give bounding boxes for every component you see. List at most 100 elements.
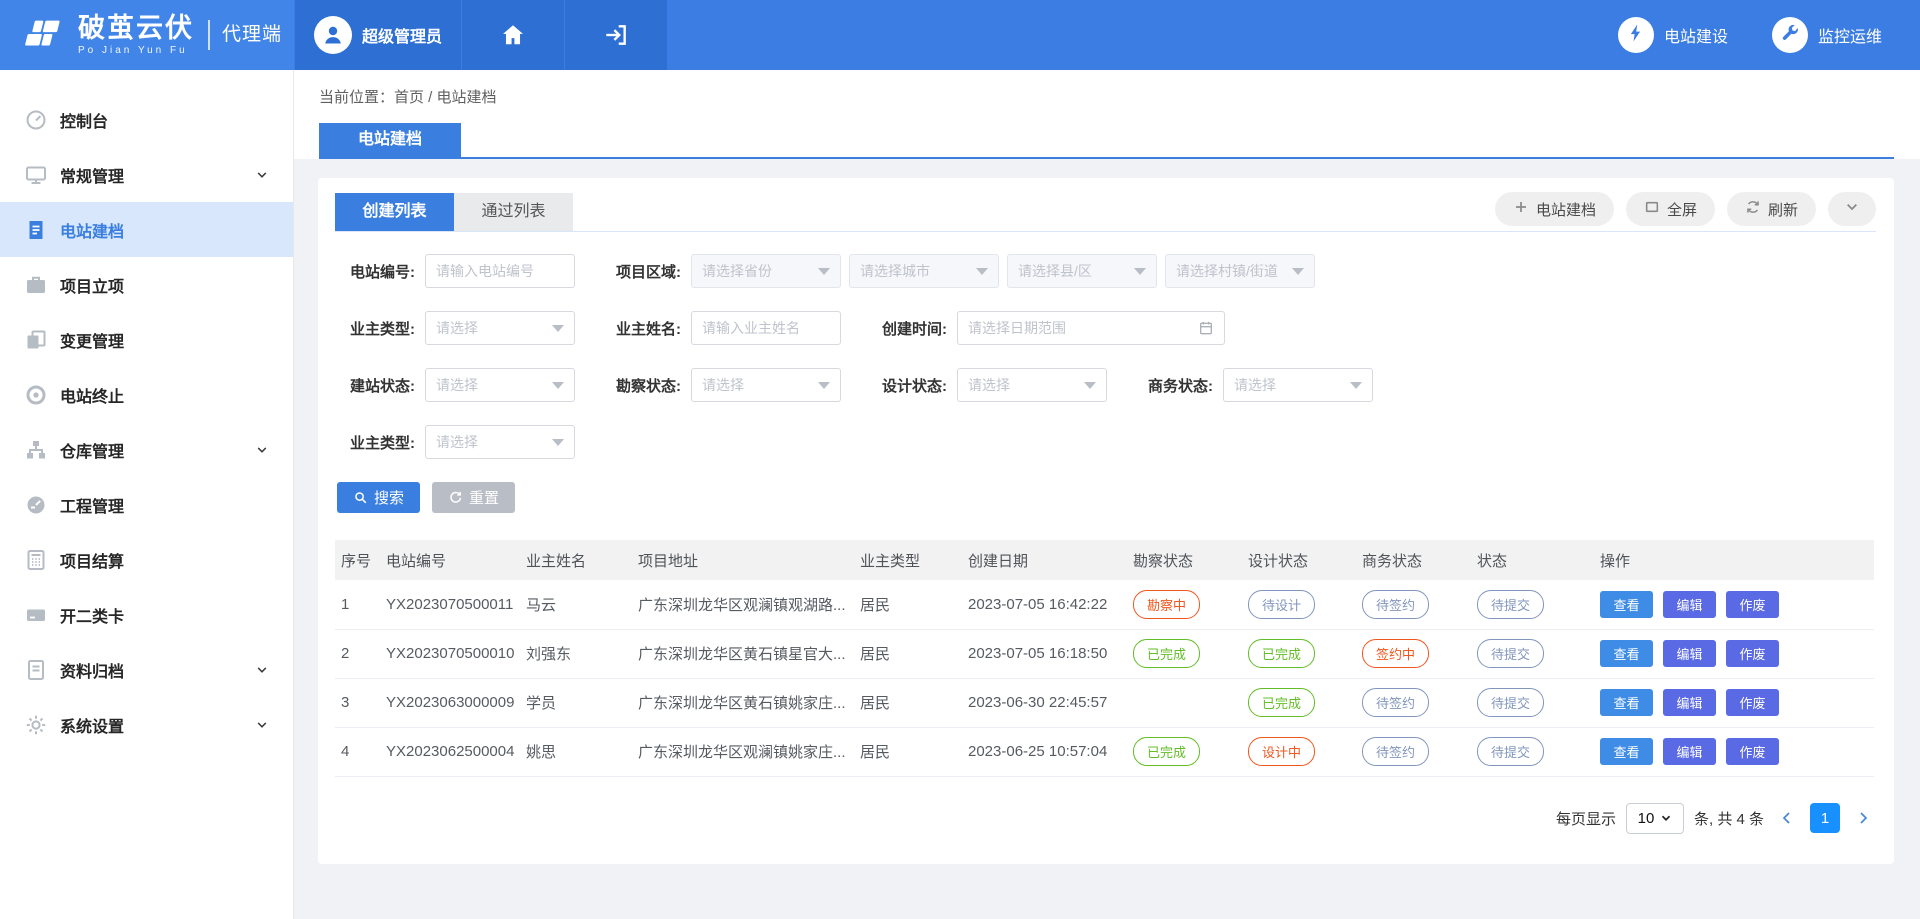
lightning-icon: [1626, 23, 1646, 48]
station-code: YX2023062500004: [380, 727, 520, 776]
breadcrumb-prefix: 当前位置：: [319, 89, 394, 106]
status-cell: 待签约: [1356, 580, 1471, 629]
list-tab-2[interactable]: 通过列表: [454, 193, 573, 231]
page-1-button[interactable]: 1: [1810, 803, 1840, 833]
column-header: 电站编号: [380, 540, 520, 580]
sidebar-item-settings[interactable]: 系统设置: [0, 697, 293, 752]
build-status-select[interactable]: 请选择: [425, 368, 575, 402]
district-select[interactable]: 请选择县/区: [1007, 254, 1157, 288]
city-select[interactable]: 请选择城市: [849, 254, 999, 288]
status-cell: 已完成: [1242, 678, 1356, 727]
chevron-down-icon: [255, 168, 269, 182]
created-date: 2023-06-30 22:45:57: [962, 678, 1127, 727]
placeholder-text: 请输入电站编号: [436, 261, 564, 281]
filter-label: 勘察状态:: [601, 375, 681, 396]
owner-name-input[interactable]: 请输入业主姓名: [691, 311, 841, 345]
page-tab[interactable]: 电站建档: [319, 123, 461, 157]
placeholder-text: 请选择: [1234, 375, 1342, 395]
station-code: YX2023063000009: [380, 678, 520, 727]
create-station-button[interactable]: 电站建档: [1495, 192, 1614, 226]
view-button[interactable]: 查看: [1600, 738, 1653, 765]
header-nav-station-build[interactable]: 电站建设: [1618, 17, 1728, 53]
owner-type-select-2[interactable]: 请选择: [425, 425, 575, 459]
column-header: 操作: [1594, 540, 1874, 580]
reset-button[interactable]: 重置: [432, 482, 515, 513]
list-tab-1[interactable]: 创建列表: [335, 193, 454, 231]
wrench-circle: [1772, 17, 1808, 53]
sidebar-item-briefcase[interactable]: 项目立项: [0, 257, 293, 312]
placeholder-text: 请选择: [436, 432, 544, 452]
actions-cell: 查看编辑作废: [1594, 727, 1874, 776]
wrench-icon: [1780, 23, 1800, 48]
void-button[interactable]: 作废: [1726, 738, 1779, 765]
copy-icon: [24, 328, 48, 352]
view-button[interactable]: 查看: [1600, 689, 1653, 716]
view-button[interactable]: 查看: [1600, 640, 1653, 667]
column-header: 创建日期: [962, 540, 1127, 580]
status-badge: 待提交: [1477, 737, 1544, 766]
chevron-down-icon: [1660, 812, 1672, 824]
province-select[interactable]: 请选择省份: [691, 254, 841, 288]
created-date: 2023-07-05 16:42:22: [962, 580, 1127, 629]
owner-type: 居民: [854, 678, 962, 727]
station-code-input[interactable]: 请输入电站编号: [425, 254, 575, 288]
design-status-select[interactable]: 请选择: [957, 368, 1107, 402]
status-badge: 已完成: [1133, 639, 1200, 668]
placeholder-text: 请选择县/区: [1018, 261, 1126, 281]
survey-status-select[interactable]: 请选择: [691, 368, 841, 402]
home-icon: [500, 22, 526, 48]
filter-label: 设计状态:: [867, 375, 947, 396]
logout-button[interactable]: [565, 0, 667, 70]
chevron-right-icon: [1855, 810, 1871, 826]
sidebar-item-archive[interactable]: 资料归档: [0, 642, 293, 697]
collapse-button[interactable]: [1828, 192, 1876, 226]
sidebar-item-calculator[interactable]: 项目结算: [0, 532, 293, 587]
owner-type-select[interactable]: 请选择: [425, 311, 575, 345]
fullscreen-button[interactable]: 全屏: [1626, 192, 1715, 226]
home-button[interactable]: [462, 0, 564, 70]
status-badge: 已完成: [1248, 688, 1315, 717]
per-page-label: 每页显示: [1556, 808, 1616, 829]
void-button[interactable]: 作废: [1726, 689, 1779, 716]
header-nav-monitor-ops[interactable]: 监控运维: [1772, 17, 1882, 53]
sidebar-item-card[interactable]: 开二类卡: [0, 587, 293, 642]
fullscreen-icon: [1644, 199, 1660, 219]
settings-icon: [24, 713, 48, 737]
edit-button[interactable]: 编辑: [1663, 738, 1716, 765]
briefcase-icon: [24, 273, 48, 297]
business-status-select[interactable]: 请选择: [1223, 368, 1373, 402]
header-nav: 电站建设 监控运维: [1618, 0, 1920, 70]
sidebar-item-record[interactable]: 电站终止: [0, 367, 293, 422]
column-header: 项目地址: [632, 540, 854, 580]
edit-button[interactable]: 编辑: [1663, 640, 1716, 667]
view-button[interactable]: 查看: [1600, 591, 1653, 618]
sidebar-item-monitor[interactable]: 常规管理: [0, 147, 293, 202]
void-button[interactable]: 作废: [1726, 591, 1779, 618]
created-range-input[interactable]: 请选择日期范围: [957, 311, 1225, 345]
lightning-circle: [1618, 17, 1654, 53]
breadcrumb-path[interactable]: 首页 / 电站建档: [394, 89, 497, 106]
search-label: 搜索: [374, 487, 404, 508]
user-chip[interactable]: 超级管理员: [295, 0, 461, 70]
sidebar-item-label: 变更管理: [60, 328, 269, 352]
status-cell: 待提交: [1471, 678, 1594, 727]
filter-label: 业主类型:: [335, 432, 415, 453]
sidebar-item-sitemap[interactable]: 仓库管理: [0, 422, 293, 477]
pill-label: 电站建档: [1536, 199, 1596, 220]
status-cell: 已完成: [1242, 629, 1356, 678]
sidebar-item-copy[interactable]: 变更管理: [0, 312, 293, 367]
sidebar-item-dashboard[interactable]: 控制台: [0, 92, 293, 147]
search-button[interactable]: 搜索: [337, 482, 420, 513]
sidebar-item-document[interactable]: 电站建档: [0, 202, 293, 257]
edit-button[interactable]: 编辑: [1663, 591, 1716, 618]
per-page-select[interactable]: 10: [1626, 803, 1684, 834]
edit-button[interactable]: 编辑: [1663, 689, 1716, 716]
refresh-button[interactable]: 刷新: [1727, 192, 1816, 226]
village-select[interactable]: 请选择村镇/街道: [1165, 254, 1315, 288]
filter-label: 业主姓名:: [601, 318, 681, 339]
status-badge: 待签约: [1362, 590, 1429, 619]
sidebar-item-gauge[interactable]: 工程管理: [0, 477, 293, 532]
next-page-button[interactable]: [1850, 805, 1876, 831]
void-button[interactable]: 作废: [1726, 640, 1779, 667]
prev-page-button[interactable]: [1774, 805, 1800, 831]
